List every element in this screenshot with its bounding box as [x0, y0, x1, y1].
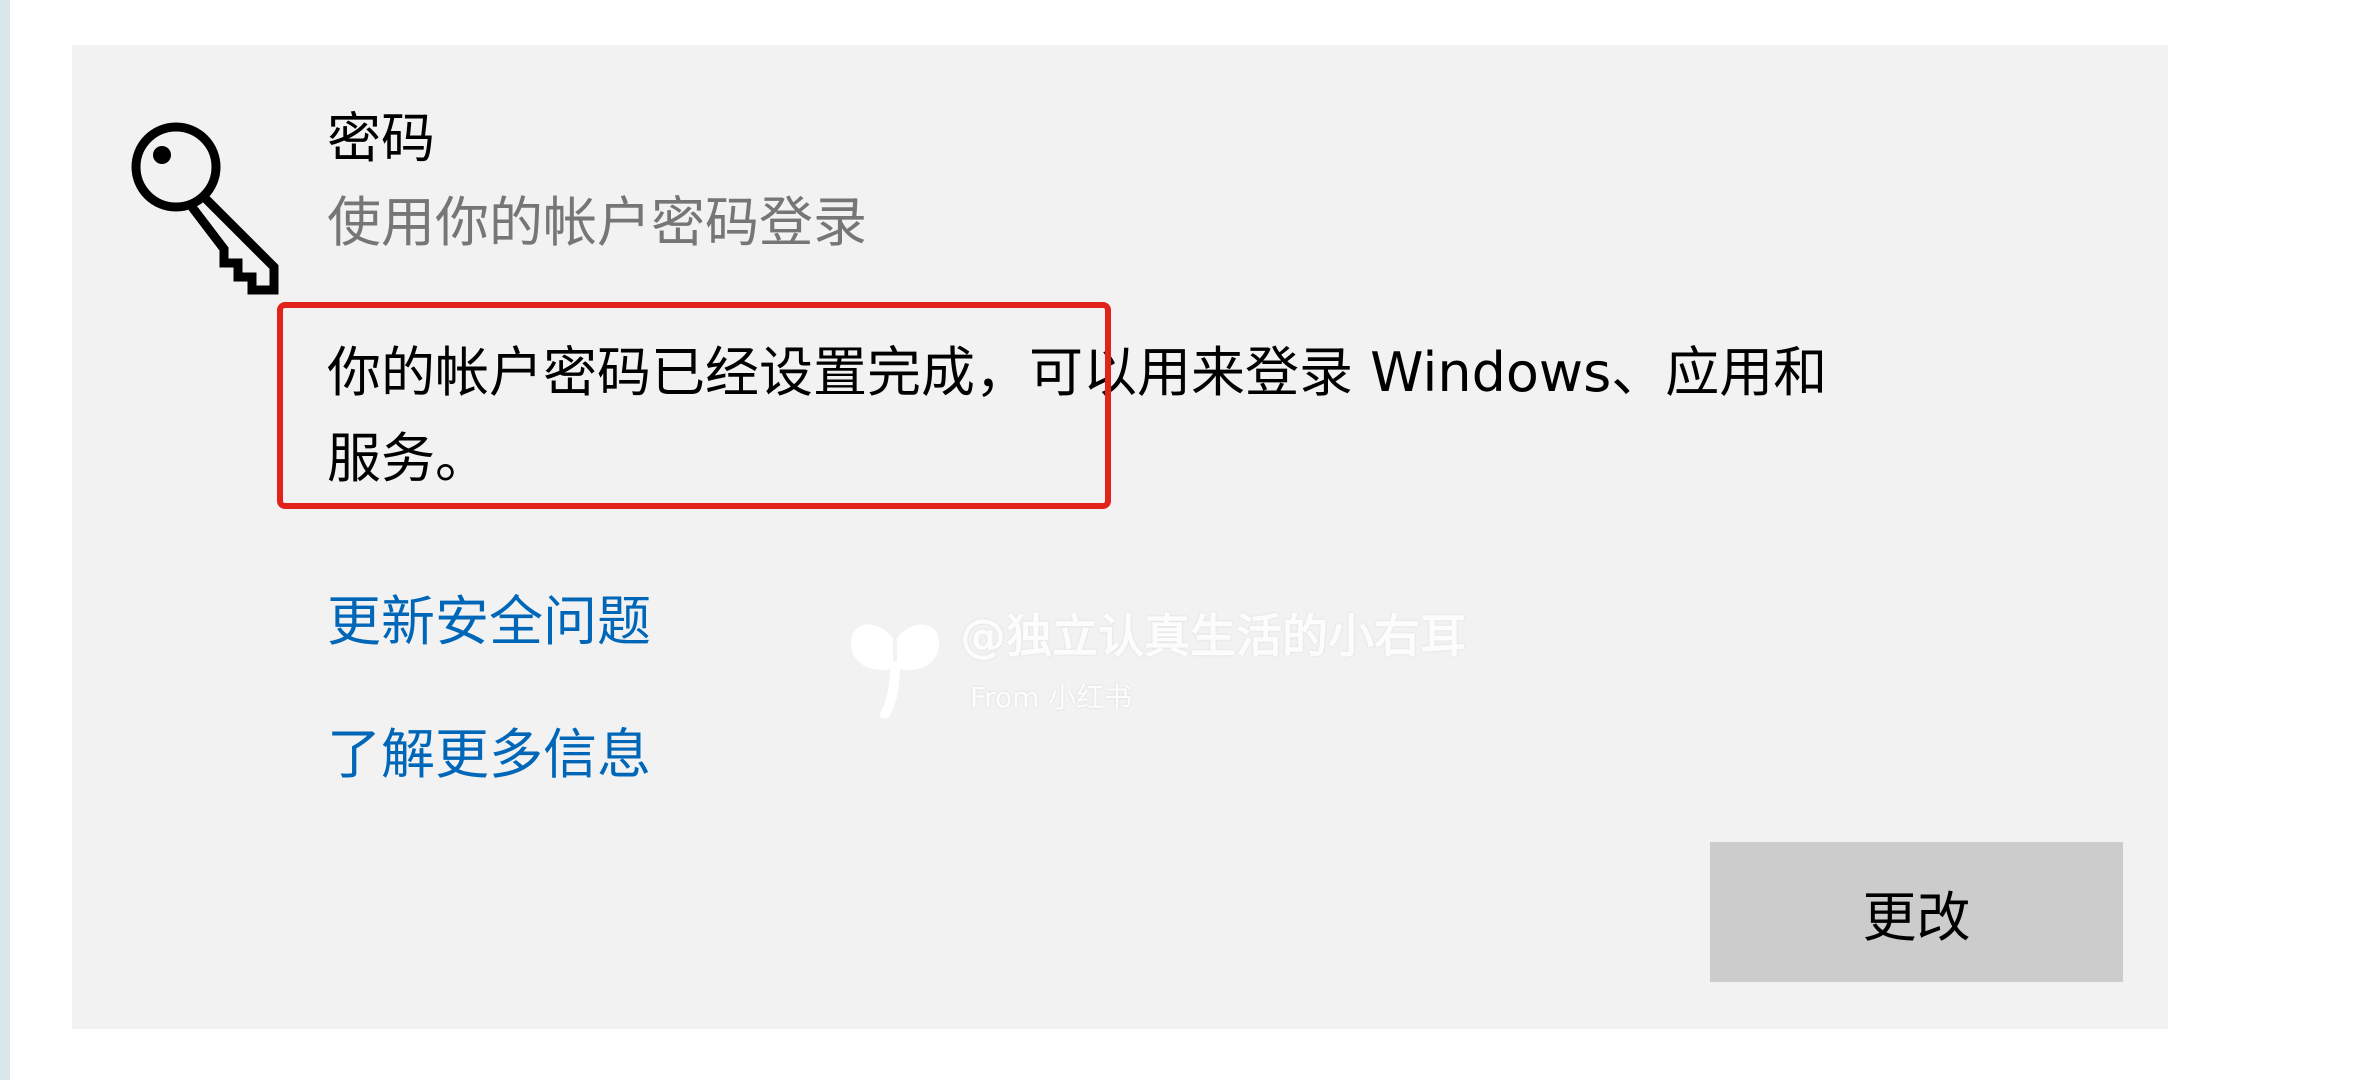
window-left-edge — [0, 0, 10, 1080]
page: 密码 使用你的帐户密码登录 你的帐户密码已经设置完成，可以用来登录 Window… — [0, 0, 2356, 1080]
change-button[interactable]: 更改 — [1710, 842, 2123, 982]
learn-more-link[interactable]: 了解更多信息 — [327, 723, 651, 788]
password-title: 密码 — [327, 107, 435, 170]
red-highlight-annotation — [277, 302, 1111, 509]
key-icon — [131, 122, 279, 295]
password-sign-in-panel: 密码 使用你的帐户密码登录 你的帐户密码已经设置完成，可以用来登录 Window… — [72, 45, 2168, 1029]
password-subtitle: 使用你的帐户密码登录 — [327, 191, 867, 254]
update-security-questions-link[interactable]: 更新安全问题 — [327, 590, 651, 655]
